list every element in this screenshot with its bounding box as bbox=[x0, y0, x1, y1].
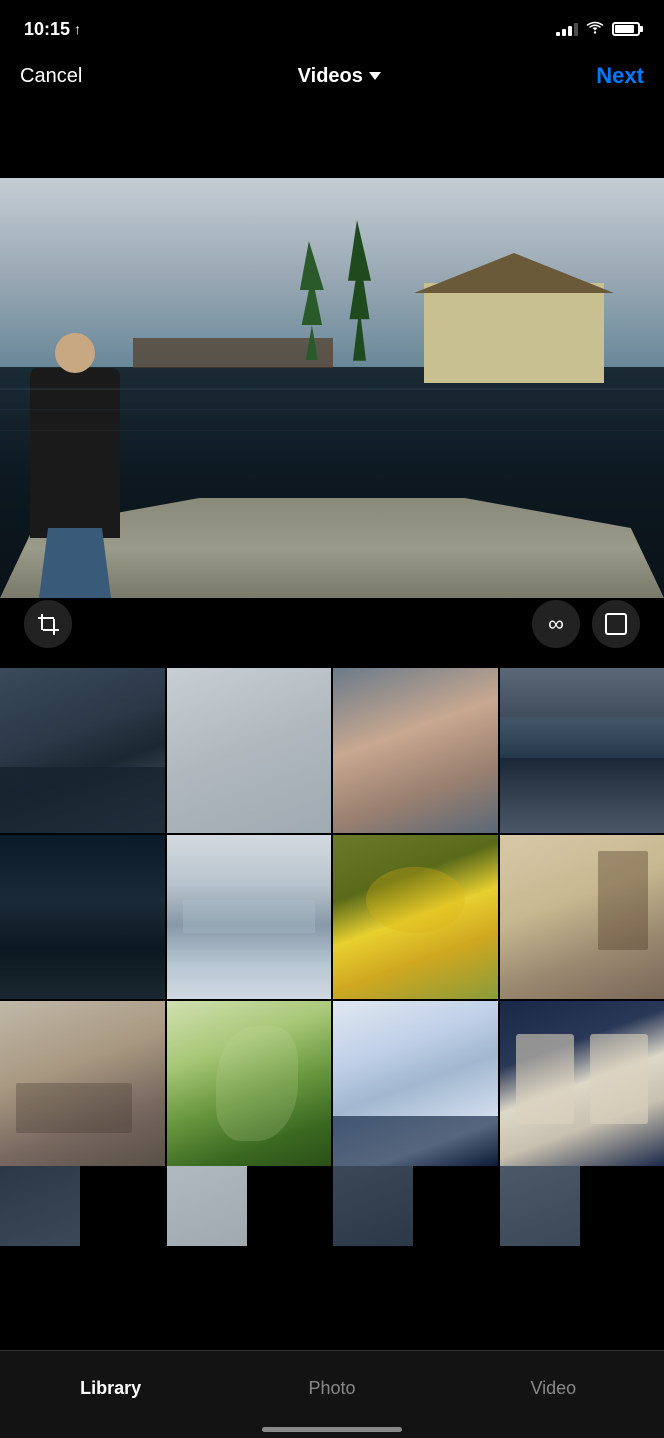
tab-bar: Library Photo Video bbox=[0, 1350, 664, 1438]
cancel-button[interactable]: Cancel bbox=[20, 65, 82, 88]
grid-item[interactable]: 0:07 bbox=[333, 835, 498, 1000]
infinity-button[interactable]: ∞ bbox=[532, 600, 580, 648]
grid-item[interactable]: 0:03 bbox=[500, 835, 664, 1000]
tab-library[interactable]: Library bbox=[0, 1378, 221, 1399]
home-indicator bbox=[262, 1427, 402, 1432]
signal-icon bbox=[556, 22, 578, 36]
crop-icon bbox=[37, 613, 59, 635]
status-time: 10:15 ↑ bbox=[24, 19, 81, 40]
chevron-down-icon bbox=[369, 72, 381, 80]
grid-item[interactable]: 0:05 bbox=[167, 668, 332, 833]
grid-item[interactable]: 0:13 bbox=[0, 668, 165, 833]
crop-button[interactable] bbox=[24, 600, 72, 648]
square-button[interactable] bbox=[592, 600, 640, 648]
nav-bar: Cancel Videos Next bbox=[0, 52, 664, 108]
video-preview: ∞ bbox=[0, 108, 664, 668]
grid-item[interactable] bbox=[500, 1166, 580, 1246]
tab-photo[interactable]: Photo bbox=[221, 1378, 442, 1399]
location-icon: ↑ bbox=[74, 21, 81, 37]
status-icons bbox=[556, 20, 640, 39]
preview-image bbox=[0, 178, 664, 598]
wifi-icon bbox=[586, 20, 604, 39]
square-icon bbox=[605, 613, 627, 635]
right-controls: ∞ bbox=[532, 600, 640, 648]
grid-item[interactable]: 0:07 bbox=[500, 668, 664, 833]
video-grid-partial bbox=[0, 1166, 664, 1246]
grid-item[interactable]: 0:16 bbox=[0, 1001, 165, 1166]
nav-title-label: Videos bbox=[298, 65, 363, 88]
status-bar: 10:15 ↑ bbox=[0, 0, 664, 52]
next-button[interactable]: Next bbox=[596, 63, 644, 89]
grid-item[interactable] bbox=[333, 1166, 413, 1246]
infinity-icon: ∞ bbox=[548, 611, 564, 637]
grid-item[interactable]: 0:13 bbox=[500, 1001, 664, 1166]
preview-controls: ∞ bbox=[0, 600, 664, 648]
nav-title[interactable]: Videos bbox=[298, 65, 381, 88]
grid-item[interactable]: 0:02 bbox=[333, 1001, 498, 1166]
grid-item[interactable]: 0:09 bbox=[333, 668, 498, 833]
grid-item[interactable]: 0:08 bbox=[0, 835, 165, 1000]
grid-item[interactable]: 0:05 bbox=[167, 835, 332, 1000]
video-grid: 0:13 0:05 0:09 0:07 0:08 0:05 0:07 0:03 … bbox=[0, 668, 664, 1166]
grid-item[interactable]: 0:24 bbox=[167, 1001, 332, 1166]
tab-video[interactable]: Video bbox=[443, 1378, 664, 1399]
grid-item[interactable] bbox=[0, 1166, 80, 1246]
grid-item[interactable] bbox=[167, 1166, 247, 1246]
battery-icon bbox=[612, 22, 640, 36]
